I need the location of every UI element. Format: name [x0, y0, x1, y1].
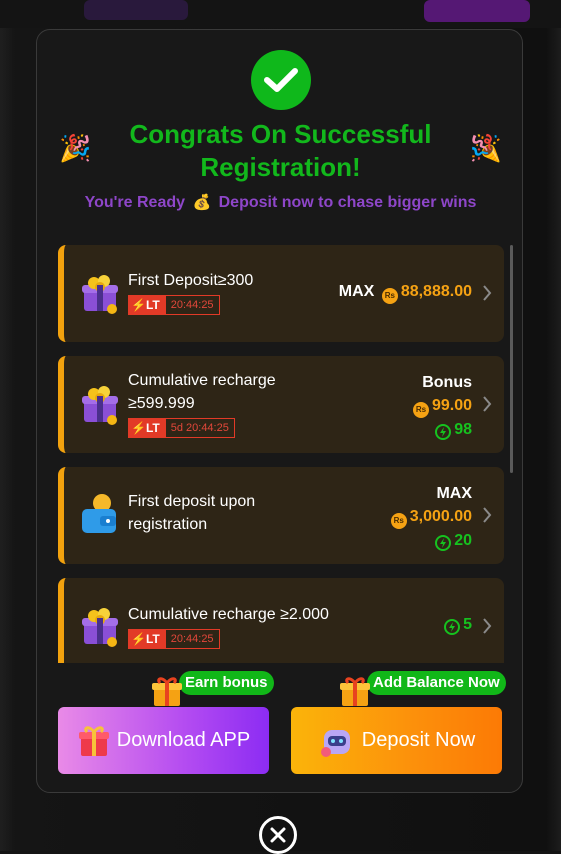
success-check-icon — [251, 50, 311, 110]
rupee-coin-icon: Rs — [381, 287, 398, 304]
close-modal-button[interactable] — [259, 816, 297, 854]
bonus-label: Bonus — [422, 374, 472, 391]
reward-amount: 99.00 — [431, 397, 472, 414]
reward-card-cumulative-recharge-2000[interactable]: Cumulative recharge ≥2.000 ⚡ LT 20:44:25 … — [58, 578, 504, 663]
max-label: MAX — [436, 485, 472, 502]
countdown-timer: 20:44:25 — [164, 629, 220, 649]
countdown-timer: 20:44:25 — [164, 295, 220, 315]
gift-box-icon — [78, 725, 109, 756]
treasure-box-icon — [82, 386, 118, 425]
money-bag-icon: 💰 — [192, 194, 212, 211]
add-balance-tag: Add Balance Now — [367, 671, 506, 695]
reward-card-first-deposit[interactable]: First Deposit≥300 ⚡ LT 20:44:25 MAX Rs 88,… — [58, 245, 504, 342]
subtitle-suffix: Deposit now to chase bigger wins — [218, 194, 477, 211]
limited-time-badge: ⚡ LT 5d 20:44:25 — [128, 418, 235, 438]
chevron-right-icon — [483, 507, 492, 523]
reward-label-line2: ≥599.999 — [128, 395, 195, 412]
flash-icon: ⚡ — [131, 632, 146, 646]
limited-time-badge: ⚡ LT 20:44:25 — [128, 629, 220, 649]
reward-list[interactable]: First Deposit≥300 ⚡ LT 20:44:25 MAX Rs 88,… — [58, 245, 504, 663]
reward-amount: 3,000.00 — [409, 508, 472, 525]
reward-value: MAX Rs 88,888.00 — [339, 283, 472, 304]
reward-list-scrollbar[interactable] — [510, 245, 513, 473]
deposit-now-label: Deposit Now — [361, 729, 476, 751]
flash-icon: ⚡ — [131, 421, 146, 435]
reward-label: Cumulative recharge ≥599.999 — [128, 369, 276, 415]
subtitle-prefix: You're Ready — [84, 194, 186, 211]
party-popper-icon-left: 🎉 — [59, 133, 92, 163]
countdown-timer: 5d 20:44:25 — [164, 418, 235, 438]
reward-points: 98 — [454, 420, 472, 438]
reward-label: First deposit upon registration — [128, 490, 255, 536]
treasure-box-icon — [82, 608, 118, 647]
bolt-points-icon — [435, 423, 452, 440]
chevron-right-icon — [483, 396, 492, 412]
reward-value: 5 — [444, 616, 472, 635]
download-app-button[interactable]: Download APP — [58, 707, 269, 774]
registration-success-modal: 🎉 Congrats On Successful Registration! 🎉… — [36, 29, 523, 793]
reward-points: 5 — [463, 616, 472, 633]
download-app-label: Download APP — [116, 729, 251, 751]
bolt-points-icon — [444, 619, 461, 635]
reward-label-line1: Cumulative recharge — [128, 372, 276, 389]
robot-wallet-icon — [320, 729, 350, 757]
deposit-now-button[interactable]: Deposit Now — [291, 707, 502, 774]
reward-value: Bonus Rs 99.00 98 — [412, 371, 472, 441]
reward-card-first-deposit-registration[interactable]: First deposit upon registration MAX Rs 3,… — [58, 467, 504, 564]
reward-amount: 88,888.00 — [400, 283, 472, 300]
reward-label-line1: First deposit upon — [128, 493, 256, 510]
reward-points: 20 — [454, 531, 472, 549]
chevron-right-icon — [483, 618, 492, 634]
reward-label: Cumulative recharge ≥2.000 — [128, 606, 329, 623]
background-header-button-purple — [424, 0, 530, 22]
limited-time-badge: ⚡ LT 20:44:25 — [128, 295, 220, 315]
reward-label-line2: registration — [128, 516, 208, 533]
flash-icon: ⚡ — [131, 298, 146, 312]
party-popper-icon-right: 🎉 — [470, 133, 503, 163]
gift-icon — [340, 677, 370, 706]
gift-icon — [152, 677, 182, 706]
modal-title: Congrats On Successful Registration! — [129, 119, 432, 182]
modal-subtitle: You're Ready 💰 Deposit now to chase bigg… — [37, 193, 522, 212]
close-icon — [270, 827, 286, 843]
reward-label: First Deposit≥300 — [128, 272, 254, 289]
lt-flash-label: ⚡ LT — [128, 418, 165, 438]
earn-bonus-tag: Earn bonus — [179, 671, 274, 695]
background-header-button — [84, 0, 188, 20]
reward-value: MAX Rs 3,000.00 20 — [390, 482, 472, 552]
lt-flash-label: ⚡ LT — [128, 295, 165, 315]
lt-flash-label: ⚡ LT — [128, 629, 165, 649]
rupee-coin-icon: Rs — [390, 512, 407, 529]
rupee-coin-icon: Rs — [412, 401, 429, 418]
reward-card-cumulative-recharge-599[interactable]: Cumulative recharge ≥599.999 ⚡ LT 5d 20:4… — [58, 356, 504, 453]
wallet-icon — [82, 494, 116, 533]
bolt-points-icon — [435, 534, 452, 551]
treasure-box-icon — [82, 275, 118, 314]
max-label: MAX — [338, 283, 375, 300]
chevron-right-icon — [483, 285, 492, 301]
